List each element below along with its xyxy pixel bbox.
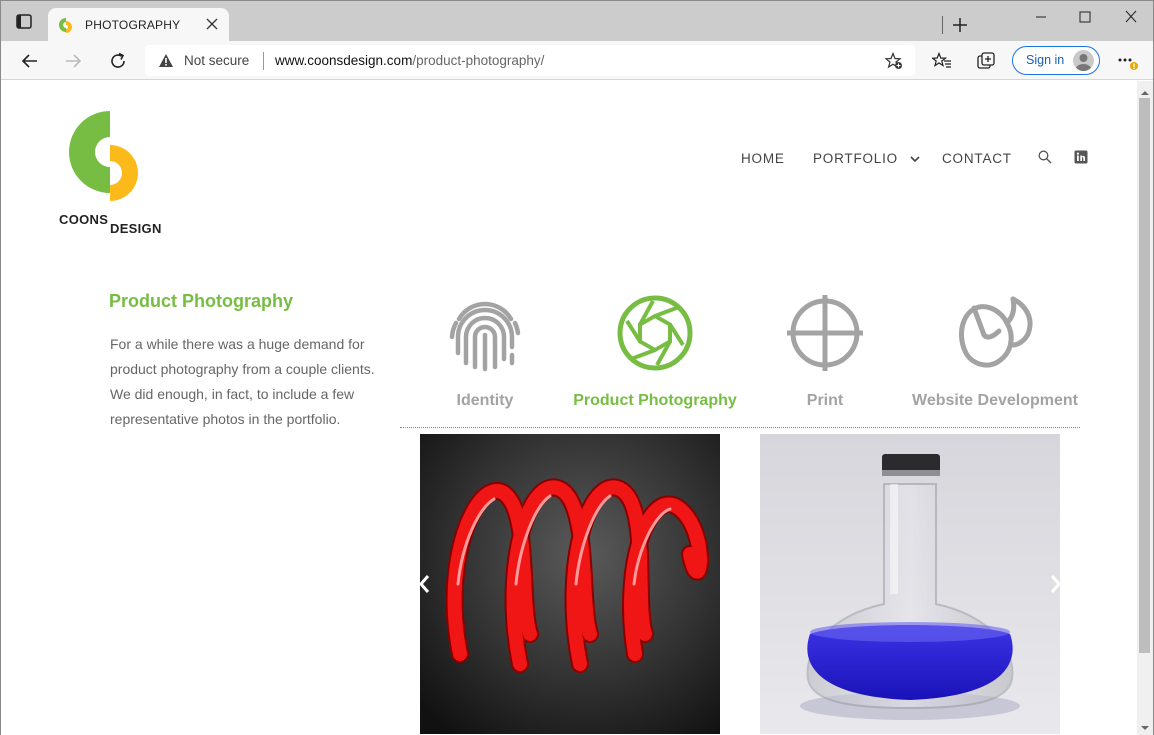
red-spiral-tube-photo[interactable] <box>420 434 720 734</box>
back-icon[interactable] <box>20 51 40 71</box>
web-page: COONS DESIGN HOME PORTFOLIO CONTACT Prod… <box>1 81 1137 735</box>
tab-title: PHOTOGRAPHY <box>85 18 181 32</box>
category-label-identity: Identity <box>456 392 514 409</box>
category-identity[interactable]: Identity <box>400 291 570 426</box>
linkedin-icon[interactable] <box>1074 150 1088 164</box>
url-text[interactable]: www.coonsdesign.com/product-photography/ <box>275 53 544 68</box>
category-label-website-development: Website Development <box>912 392 1078 409</box>
coons-design-logo[interactable]: COONS DESIGN <box>58 109 168 239</box>
camera-aperture-icon <box>617 295 693 371</box>
sign-in-label: Sign in <box>1026 53 1065 67</box>
more-options-icon[interactable] <box>1117 53 1141 73</box>
scroll-up-icon[interactable] <box>1140 85 1150 95</box>
sign-in-button[interactable]: Sign in <box>1012 46 1100 75</box>
logo-mark-icon <box>69 111 138 201</box>
scrollbar-thumb[interactable] <box>1139 98 1150 653</box>
new-tab-icon[interactable] <box>951 16 969 34</box>
category-product-photography[interactable]: Product Photography <box>570 291 740 426</box>
slider-prev-icon[interactable] <box>417 573 431 595</box>
logo-word-design: DESIGN <box>110 221 162 236</box>
nav-portfolio[interactable]: PORTFOLIO <box>813 151 920 166</box>
tab-close-icon[interactable] <box>205 17 219 31</box>
title-bar: PHOTOGRAPHY <box>1 1 1153 41</box>
search-icon[interactable] <box>1038 150 1052 164</box>
tab-divider <box>942 16 943 34</box>
logo-word-coons: COONS <box>59 212 109 227</box>
maximize-icon[interactable] <box>1075 9 1095 25</box>
favorites-icon[interactable] <box>930 51 952 71</box>
section-title: Product Photography <box>109 291 293 311</box>
section-description: For a while there was a huge demand for … <box>110 336 375 427</box>
refresh-icon[interactable] <box>108 51 128 71</box>
category-divider <box>400 427 1080 428</box>
minimize-icon[interactable] <box>1031 9 1051 25</box>
mouse-icon <box>959 296 1033 368</box>
profile-avatar-icon <box>1073 50 1094 71</box>
fingerprint-icon <box>449 301 521 372</box>
forward-icon[interactable] <box>63 51 83 71</box>
address-separator <box>263 52 264 70</box>
nav-home[interactable]: HOME <box>741 151 785 166</box>
url-path: /product-photography/ <box>412 53 545 68</box>
collections-icon[interactable] <box>976 51 996 71</box>
browser-tab[interactable]: PHOTOGRAPHY <box>48 8 229 41</box>
vertical-scrollbar[interactable] <box>1137 81 1153 735</box>
blue-liquid-flask-photo[interactable] <box>760 434 1060 734</box>
browser-toolbar: Not secure www.coonsdesign.com/product-p… <box>1 41 1153 80</box>
url-host: www.coonsdesign.com <box>275 53 413 68</box>
nav-portfolio-label: PORTFOLIO <box>813 151 898 166</box>
chevron-down-icon <box>909 156 920 163</box>
category-label-print: Print <box>806 392 844 409</box>
address-bar[interactable]: Not secure www.coonsdesign.com/product-p… <box>145 45 915 76</box>
site-favicon-icon <box>58 17 74 33</box>
category-print[interactable]: Print <box>740 291 910 426</box>
tab-actions-icon[interactable] <box>13 13 35 31</box>
browser-window: PHOTOGRAPHY Not secure www.coonsdesign.c… <box>0 0 1154 735</box>
add-favorite-icon[interactable] <box>884 51 903 70</box>
category-website-development[interactable]: Website Development <box>910 291 1080 426</box>
close-window-icon[interactable] <box>1121 9 1141 25</box>
scroll-down-icon[interactable] <box>1140 720 1150 730</box>
warning-icon[interactable] <box>158 53 174 68</box>
category-label-product-photography: Product Photography <box>573 392 737 409</box>
crosshair-icon <box>787 295 863 371</box>
nav-contact[interactable]: CONTACT <box>942 151 1012 166</box>
slider-next-icon[interactable] <box>1049 573 1063 595</box>
security-status[interactable]: Not secure <box>184 53 249 68</box>
